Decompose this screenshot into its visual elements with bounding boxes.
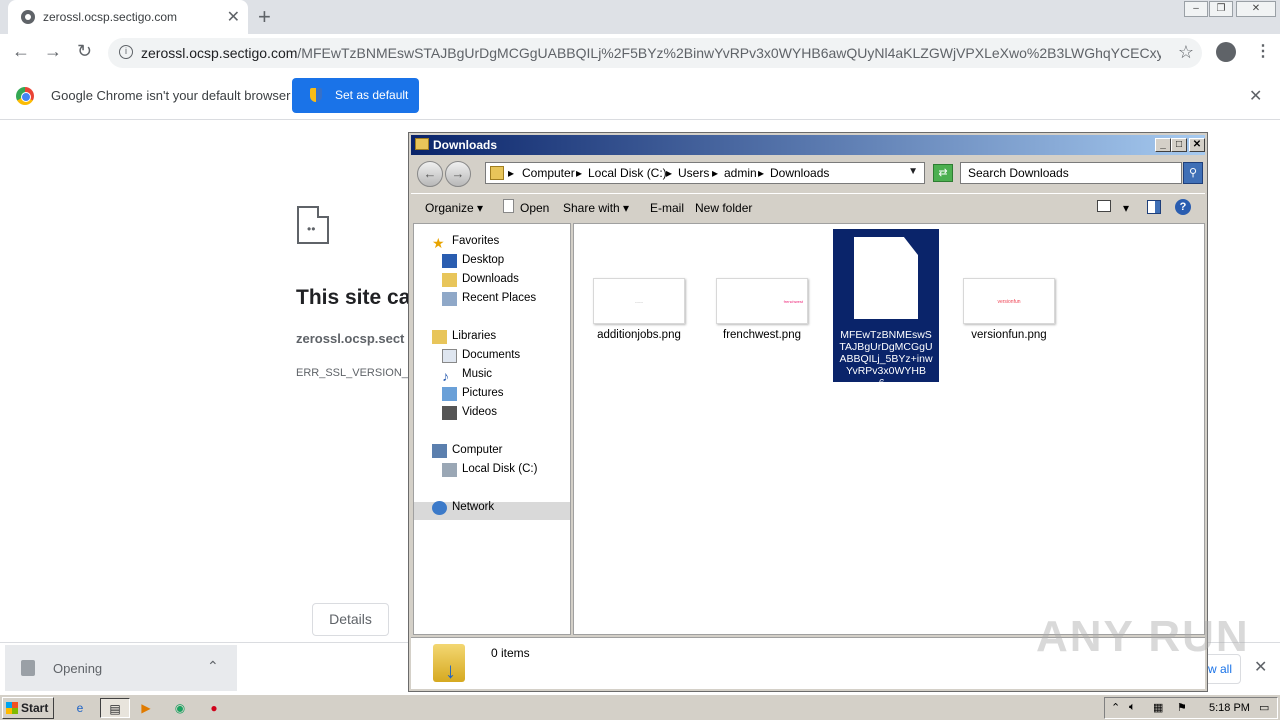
sad-page-icon: •• xyxy=(297,206,329,244)
details-button[interactable]: Details xyxy=(312,603,389,636)
preview-pane-icon[interactable] xyxy=(1147,200,1161,214)
forward-icon[interactable]: → xyxy=(445,161,471,187)
command-bar: Organize ▾ Open Share with ▾ E-mail New … xyxy=(411,193,1205,221)
chrome-taskbar-icon[interactable]: ◉ xyxy=(170,698,190,718)
media-player-icon[interactable]: ▶ xyxy=(136,698,156,718)
chrome-logo-icon xyxy=(16,87,34,105)
bookmark-star-icon[interactable]: ☆ xyxy=(1178,42,1194,63)
system-tray: ⌃ 🔈︎ ▦ ⚑ 5:18 PM ▭ xyxy=(1104,697,1278,719)
forward-icon[interactable]: → xyxy=(44,41,62,62)
organize-button[interactable]: Organize ▾ xyxy=(425,201,483,215)
dropdown-arrow-icon[interactable]: ▼ xyxy=(908,166,918,177)
maximize-button[interactable]: □ xyxy=(1171,138,1187,152)
address-bar[interactable]: i zerossl.ocsp.sectigo.com/MFEwTzBNMEswS… xyxy=(108,38,1202,68)
browser-tab[interactable]: zerossl.ocsp.sectigo.com ✕ xyxy=(8,0,248,34)
explorer-taskbar-icon[interactable]: ▤ xyxy=(100,698,130,718)
open-button[interactable]: Open xyxy=(520,201,549,215)
folder-icon xyxy=(490,166,504,180)
close-button[interactable]: ✕ xyxy=(1189,138,1205,152)
error-host: zerossl.ocsp.sect xyxy=(296,331,405,346)
stop-icon[interactable]: ● xyxy=(204,698,224,718)
back-icon[interactable]: ← xyxy=(12,41,30,62)
file-item[interactable]: ------ additionjobs.png xyxy=(586,278,692,341)
image-thumbnail-icon: ------ xyxy=(593,278,685,324)
file-list: ------ additionjobs.png frenchwest frenc… xyxy=(573,223,1205,635)
folder-icon xyxy=(415,138,429,150)
site-favicon-icon xyxy=(21,10,35,24)
show-desktop-icon[interactable]: ▭ xyxy=(1259,701,1269,714)
search-icon[interactable]: ⚲ xyxy=(1183,162,1203,184)
image-thumbnail-icon: versionfun xyxy=(963,278,1055,324)
menu-kebab-icon[interactable]: ⋮ xyxy=(1255,41,1271,61)
share-with-button[interactable]: Share with ▾ xyxy=(563,201,629,215)
taskbar: Start e ▤ ▶ ◉ ● ⌃ 🔈︎ ▦ ⚑ 5:18 PM ▭ xyxy=(0,694,1280,720)
document-icon xyxy=(503,199,514,213)
profile-avatar-icon[interactable] xyxy=(1216,42,1236,62)
view-icon[interactable] xyxy=(1097,200,1111,212)
site-info-icon[interactable]: i xyxy=(119,45,133,59)
action-center-flag-icon[interactable]: ⚑ xyxy=(1177,701,1187,714)
set-default-button[interactable]: Set as default xyxy=(292,78,419,113)
default-browser-infobar: Google Chrome isn't your default browser… xyxy=(0,72,1280,120)
downloads-folder-icon xyxy=(433,644,465,684)
selected-file-item[interactable]: MFEwTzBNMEswSTAJBgUrDgMCGgUABBQILj_5BYz+… xyxy=(833,229,939,389)
refresh-icon[interactable]: ⇄ xyxy=(933,164,953,182)
close-infobar-icon[interactable]: ✕ xyxy=(1249,86,1262,106)
anyrun-watermark: ANY RUN xyxy=(1036,612,1250,661)
blank-document-icon xyxy=(854,237,918,319)
chevron-up-icon[interactable]: ⌃ xyxy=(207,658,219,675)
new-tab-icon[interactable]: + xyxy=(258,4,271,30)
new-folder-button[interactable]: New folder xyxy=(695,201,752,215)
tray-expand-icon[interactable]: ⌃ xyxy=(1111,701,1120,714)
tab-title: zerossl.ocsp.sectigo.com xyxy=(43,10,178,24)
email-button[interactable]: E-mail xyxy=(650,201,684,215)
breadcrumb-downloads[interactable]: Downloads xyxy=(770,166,829,180)
url-text: zerossl.ocsp.sectigo.com/MFEwTzBNMEswSTA… xyxy=(141,45,1161,61)
error-code: ERR_SSL_VERSION_OF xyxy=(296,367,424,379)
close-tab-icon[interactable]: ✕ xyxy=(227,7,240,27)
infobar-text: Google Chrome isn't your default browser xyxy=(51,88,291,103)
image-thumbnail-icon: frenchwest xyxy=(716,278,808,324)
item-count: 0 items xyxy=(491,646,530,660)
uac-shield-icon xyxy=(310,88,322,102)
volume-icon[interactable]: 🔈︎ xyxy=(1129,701,1136,714)
browser-toolbar: ← → ↻ i zerossl.ocsp.sectigo.com/MFEwTzB… xyxy=(0,34,1280,72)
tab-strip: zerossl.ocsp.sectigo.com ✕ + – ❐ ✕ xyxy=(0,0,1280,34)
minimize-window-button[interactable]: – xyxy=(1184,1,1208,17)
back-icon[interactable]: ← xyxy=(417,161,443,187)
restore-window-button[interactable]: ❐ xyxy=(1209,1,1233,17)
explorer-titlebar[interactable]: Downloads _ □ ✕ xyxy=(411,135,1205,155)
file-item[interactable]: versionfun versionfun.png xyxy=(956,278,1062,341)
explorer-title: Downloads xyxy=(433,138,498,152)
navigation-pane: ★ Favorites Desktop Downloads Recent Plac… xyxy=(413,223,571,635)
download-item[interactable]: Opening ⌃ xyxy=(5,645,237,691)
network-icon[interactable]: ▦ xyxy=(1153,701,1163,714)
ie-icon[interactable]: e xyxy=(70,698,90,718)
minimize-button[interactable]: _ xyxy=(1155,138,1171,152)
breadcrumb-users[interactable]: Users xyxy=(678,166,709,180)
set-default-label: Set as default xyxy=(335,88,409,102)
file-icon xyxy=(21,660,35,676)
reload-icon[interactable]: ↻ xyxy=(77,41,92,62)
breadcrumb-local-disk[interactable]: Local Disk (C:) xyxy=(588,166,667,180)
file-item[interactable]: frenchwest frenchwest.png xyxy=(709,278,815,341)
start-button[interactable]: Start xyxy=(2,697,54,719)
breadcrumb-admin[interactable]: admin xyxy=(724,166,757,180)
clock: 5:18 PM xyxy=(1209,702,1250,714)
explorer-window: Downloads _ □ ✕ ← → ▸ Computer ▸ Local D… xyxy=(408,132,1208,692)
view-dropdown-icon[interactable]: ▾ xyxy=(1123,201,1129,215)
explorer-address-row: ← → ▸ Computer ▸ Local Disk (C:) ▸ Users… xyxy=(411,157,1205,189)
error-title: This site ca xyxy=(296,286,411,309)
close-downloads-bar-icon[interactable]: ✕ xyxy=(1254,657,1267,677)
download-status: Opening xyxy=(53,661,103,676)
breadcrumb[interactable]: ▸ Computer ▸ Local Disk (C:) ▸ Users ▸ a… xyxy=(485,162,925,184)
help-icon[interactable]: ? xyxy=(1175,199,1191,215)
breadcrumb-computer[interactable]: Computer xyxy=(522,166,575,180)
search-input[interactable]: Search Downloads xyxy=(960,162,1182,184)
close-window-button[interactable]: ✕ xyxy=(1236,1,1276,17)
